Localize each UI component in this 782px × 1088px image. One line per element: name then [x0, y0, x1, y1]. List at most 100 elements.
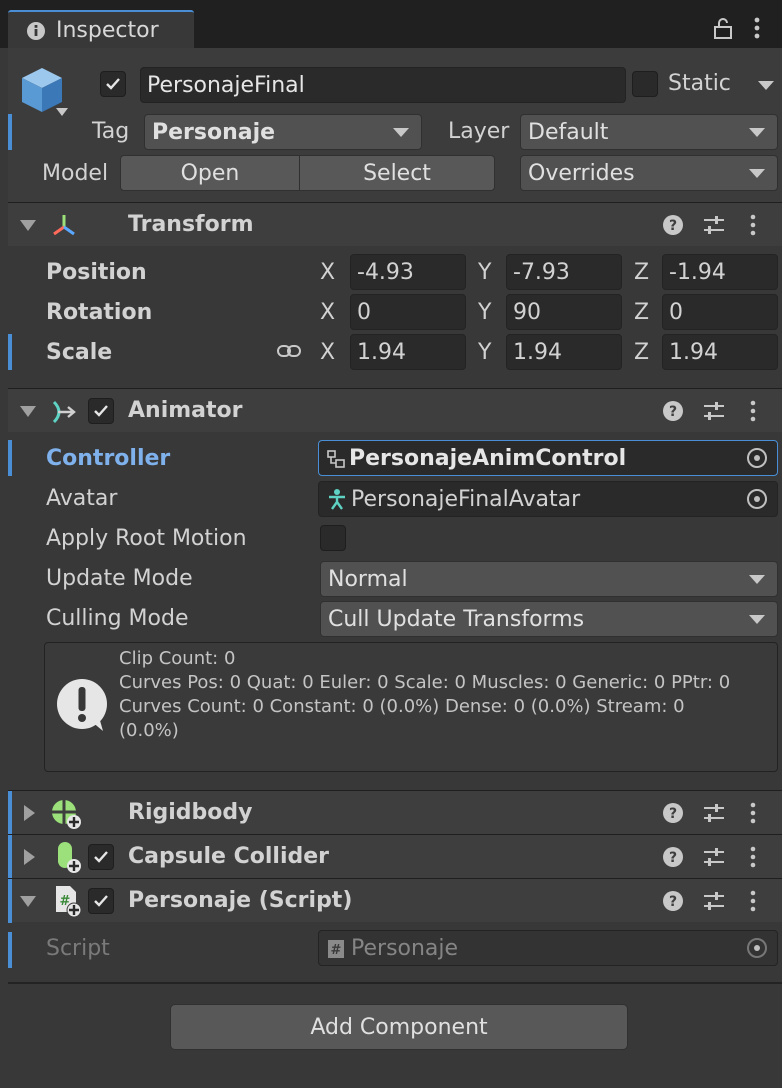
svg-text:?: ? [669, 806, 677, 822]
transform-foldout-icon[interactable] [20, 220, 36, 231]
info-line-3: Curves Count: 0 Constant: 0 (0.0%) Dense… [119, 696, 685, 717]
overrides-label: Overrides [528, 160, 635, 186]
help-icon[interactable]: ? [662, 400, 684, 422]
info-icon [27, 22, 45, 40]
presets-icon[interactable] [702, 400, 726, 422]
static-dropdown[interactable] [752, 72, 778, 98]
position-z-field[interactable]: -1.94 [662, 254, 778, 290]
animator-enabled-checkbox[interactable] [88, 398, 114, 424]
script-enabled-checkbox[interactable] [88, 888, 114, 914]
svg-text:?: ? [669, 404, 677, 420]
help-icon[interactable]: ? [662, 846, 684, 868]
controller-field[interactable]: PersonajeAnimControl [318, 440, 778, 476]
tag-value: Personaje [152, 119, 276, 145]
script-label: Script [46, 936, 110, 961]
static-label: Static [668, 71, 731, 96]
lock-icon[interactable] [712, 16, 734, 40]
rotation-x-field[interactable]: 0 [350, 294, 466, 330]
open-button-label: Open [180, 160, 240, 186]
presets-icon[interactable] [702, 802, 726, 824]
position-y-value: -7.93 [513, 259, 570, 285]
rotation-y-field[interactable]: 90 [506, 294, 622, 330]
position-y-label[interactable]: Y [478, 260, 491, 285]
transform-icon [53, 215, 75, 236]
component-menu-icon[interactable] [748, 802, 758, 824]
scale-y-value: 1.94 [513, 339, 562, 365]
object-picker-icon[interactable] [747, 489, 767, 509]
svg-text:#: # [331, 943, 342, 958]
static-checkbox[interactable] [632, 71, 658, 97]
capsule-collider-header[interactable]: Capsule Collider ? [8, 834, 782, 879]
component-menu-icon[interactable] [748, 890, 758, 912]
script-header[interactable]: # Personaje (Script) ? [8, 878, 782, 923]
rotation-z-label[interactable]: Z [634, 300, 649, 325]
apply-root-motion-checkbox[interactable] [320, 525, 346, 551]
select-button[interactable]: Select [299, 155, 495, 191]
animator-info-box: Clip Count: 0 Curves Pos: 0 Quat: 0 Eule… [44, 642, 778, 772]
tag-dropdown[interactable]: Personaje [144, 114, 422, 150]
position-x-field[interactable]: -4.93 [350, 254, 466, 290]
presets-icon[interactable] [702, 214, 726, 236]
animator-foldout-icon[interactable] [20, 406, 36, 417]
controller-value: PersonajeAnimControl [349, 445, 627, 471]
scale-z-field[interactable]: 1.94 [662, 334, 778, 370]
rigidbody-foldout-icon[interactable] [24, 805, 35, 821]
rotation-x-label[interactable]: X [320, 300, 335, 325]
help-icon[interactable]: ? [662, 890, 684, 912]
tab-inspector[interactable]: Inspector [8, 10, 194, 48]
scale-x-label[interactable]: X [320, 340, 335, 365]
position-z-label[interactable]: Z [634, 260, 649, 285]
active-checkbox[interactable] [100, 71, 126, 97]
presets-icon[interactable] [702, 890, 726, 912]
script-field-override-marker [8, 932, 12, 968]
rigidbody-title: Rigidbody [128, 800, 253, 825]
layer-label: Layer [448, 119, 510, 144]
component-menu-icon[interactable] [748, 214, 758, 236]
object-name-field[interactable]: PersonajeFinal [140, 67, 626, 103]
position-x-value: -4.93 [357, 259, 414, 285]
capsule-foldout-icon[interactable] [24, 849, 35, 865]
layer-dropdown[interactable]: Default [520, 114, 778, 150]
object-picker-icon[interactable] [747, 448, 767, 468]
rotation-y-label[interactable]: Y [478, 300, 491, 325]
capsule-collider-icon [58, 842, 81, 873]
scale-z-label[interactable]: Z [634, 340, 649, 365]
presets-icon[interactable] [702, 846, 726, 868]
scale-x-field[interactable]: 1.94 [350, 334, 466, 370]
model-label: Model [42, 161, 109, 186]
capsule-override-marker [8, 835, 12, 879]
controller-label: Controller [46, 446, 171, 471]
help-icon[interactable]: ? [662, 802, 684, 824]
script-title: Personaje (Script) [128, 888, 353, 913]
animator-icon [52, 400, 76, 424]
position-y-field[interactable]: -7.93 [506, 254, 622, 290]
help-icon[interactable]: ? [662, 214, 684, 236]
scale-y-field[interactable]: 1.94 [506, 334, 622, 370]
culling-mode-label: Culling Mode [46, 606, 189, 631]
animator-header[interactable]: Animator ? [8, 388, 782, 432]
scale-y-label[interactable]: Y [478, 340, 491, 365]
rigidbody-header[interactable]: Rigidbody ? [8, 790, 782, 835]
prefab-cube-icon[interactable] [20, 66, 68, 118]
avatar-field[interactable]: PersonajeFinalAvatar [318, 481, 778, 517]
transform-header[interactable]: Transform ? [8, 202, 782, 246]
checkmark-icon [94, 895, 108, 907]
position-x-label[interactable]: X [320, 260, 335, 285]
checkmark-icon [94, 851, 108, 863]
component-menu-icon[interactable] [748, 846, 758, 868]
update-mode-dropdown[interactable]: Normal [320, 561, 778, 597]
add-component-button[interactable]: Add Component [170, 1004, 628, 1050]
kebab-menu-icon[interactable] [750, 16, 764, 40]
checkmark-icon [106, 78, 120, 90]
culling-mode-dropdown[interactable]: Cull Update Transforms [320, 601, 778, 637]
script-foldout-icon[interactable] [20, 896, 36, 907]
component-menu-icon[interactable] [748, 400, 758, 422]
capsule-enabled-checkbox[interactable] [88, 844, 114, 870]
overrides-dropdown[interactable]: Overrides [520, 155, 778, 191]
culling-mode-value: Cull Update Transforms [328, 606, 585, 632]
rotation-z-field[interactable]: 0 [662, 294, 778, 330]
open-button[interactable]: Open [120, 155, 300, 191]
rotation-x-value: 0 [357, 299, 371, 325]
layer-value: Default [528, 119, 609, 145]
link-icon[interactable] [276, 342, 302, 360]
